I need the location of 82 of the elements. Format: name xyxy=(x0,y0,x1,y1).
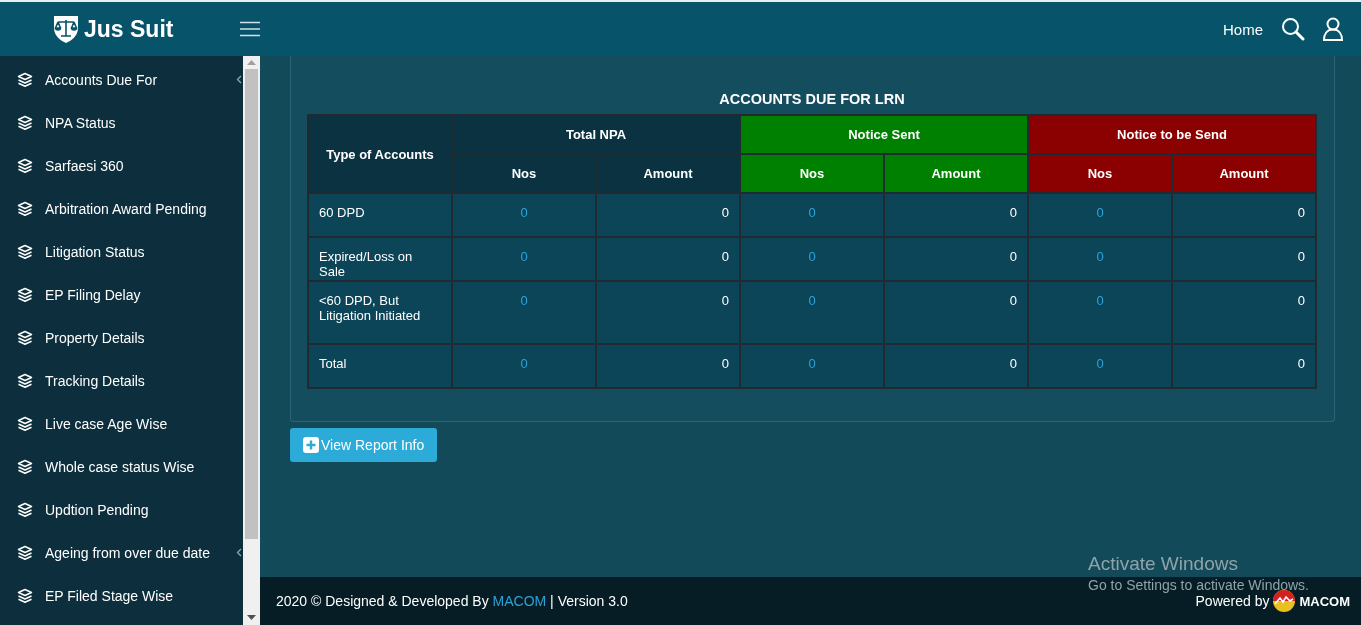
row-label: Total xyxy=(319,356,347,371)
scrollbar-thumb[interactable] xyxy=(245,69,258,539)
count-link[interactable]: 0 xyxy=(520,249,528,264)
column-group-header: Total NPA xyxy=(452,115,740,154)
sidebar-item[interactable]: Litigation Status xyxy=(0,230,243,273)
row-label: Expired/Loss on Sale xyxy=(319,249,413,279)
user-icon[interactable] xyxy=(1323,17,1343,41)
count-link[interactable]: 0 xyxy=(1096,249,1104,264)
activation-title: Activate Windows xyxy=(1088,553,1239,575)
layers-icon xyxy=(17,200,33,217)
scroll-down-icon[interactable] xyxy=(247,615,256,620)
layers-icon xyxy=(17,587,33,604)
powered-by-text: Powered by xyxy=(1195,593,1270,609)
layers-icon xyxy=(17,286,33,303)
menu-icon[interactable] xyxy=(240,21,260,37)
column-header: Nos xyxy=(740,154,884,193)
report-title: ACCOUNTS DUE FOR LRN xyxy=(718,91,906,107)
column-header: Amount xyxy=(596,154,740,193)
count-link[interactable]: 0 xyxy=(808,205,816,220)
sidebar-item[interactable]: Ageing from over due date xyxy=(0,531,243,574)
amount-value: 0 xyxy=(1009,356,1017,371)
sidebar-item[interactable]: Arbitration Award Pending xyxy=(0,187,243,230)
column-group-header: Notice Sent xyxy=(740,115,1028,154)
amount-value: 0 xyxy=(721,293,729,308)
search-icon[interactable] xyxy=(1281,17,1305,41)
amount-value: 0 xyxy=(1297,356,1305,371)
layers-icon xyxy=(17,243,33,260)
column-header: Nos xyxy=(1028,154,1172,193)
count-link[interactable]: 0 xyxy=(1096,205,1104,220)
count-link[interactable]: 0 xyxy=(1096,293,1104,308)
count-link[interactable]: 0 xyxy=(1096,356,1104,371)
amount-value: 0 xyxy=(721,356,729,371)
home-link[interactable]: Home xyxy=(1223,20,1263,38)
layers-icon xyxy=(17,157,33,174)
amount-value: 0 xyxy=(1297,205,1305,220)
layers-icon xyxy=(17,114,33,131)
macom-link[interactable]: MACOM xyxy=(492,593,547,609)
sidebar-item[interactable]: EP Filing Delay xyxy=(0,273,243,316)
scrollbar[interactable] xyxy=(243,56,260,625)
amount-value: 0 xyxy=(1009,205,1017,220)
row-label: 60 DPD xyxy=(319,205,365,220)
count-link[interactable]: 0 xyxy=(520,356,528,371)
sidebar-item[interactable]: Updtion Pending xyxy=(0,488,243,531)
count-link[interactable]: 0 xyxy=(520,205,528,220)
sidebar-item[interactable]: Property Details xyxy=(0,316,243,359)
layers-icon xyxy=(17,501,33,518)
sidebar-item[interactable]: Live case Age Wise xyxy=(0,402,243,445)
column-header: Type of Accounts xyxy=(308,115,452,193)
amount-value: 0 xyxy=(721,249,729,264)
layers-icon xyxy=(17,372,33,389)
plus-icon xyxy=(303,437,319,453)
shield-scales-icon xyxy=(52,14,80,44)
amount-value: 0 xyxy=(1297,249,1305,264)
amount-value: 0 xyxy=(1009,293,1017,308)
column-header: Amount xyxy=(1172,154,1316,193)
row-label: <60 DPD, But Litigation Initiated xyxy=(319,293,421,323)
column-header: Amount xyxy=(884,154,1028,193)
footer-credit: 2020 © Designed & Developed By MACOM | Version 3.0 xyxy=(276,593,629,609)
amount-value: 0 xyxy=(1297,293,1305,308)
layers-icon xyxy=(17,71,33,88)
layers-icon xyxy=(17,329,33,346)
column-group-header: Notice to be Send xyxy=(1028,115,1316,154)
layers-icon xyxy=(17,458,33,475)
count-link[interactable]: 0 xyxy=(808,249,816,264)
count-link[interactable]: 0 xyxy=(808,293,816,308)
column-header: Nos xyxy=(452,154,596,193)
count-link[interactable]: 0 xyxy=(808,356,816,371)
globe-logo-icon xyxy=(1272,589,1297,613)
sidebar-item[interactable]: Sarfaesi 360 xyxy=(0,144,243,187)
layers-icon xyxy=(17,544,33,561)
amount-value: 0 xyxy=(721,205,729,220)
sidebar-item[interactable]: NPA Status xyxy=(0,101,243,144)
logo-text: Jus Suit xyxy=(84,15,174,43)
sidebar-item[interactable]: Tracking Details xyxy=(0,359,243,402)
count-link[interactable]: 0 xyxy=(520,293,528,308)
layers-icon xyxy=(17,415,33,432)
brand-name: MACOM xyxy=(1299,593,1350,609)
amount-value: 0 xyxy=(1009,249,1017,264)
sidebar-item[interactable]: Whole case status Wise xyxy=(0,445,243,488)
sidebar-item[interactable]: EP Filed Stage Wise xyxy=(0,574,243,617)
activation-text: Go to Settings to activate Windows. xyxy=(1088,577,1309,593)
sidebar-item[interactable]: Accounts Due For xyxy=(0,58,243,101)
